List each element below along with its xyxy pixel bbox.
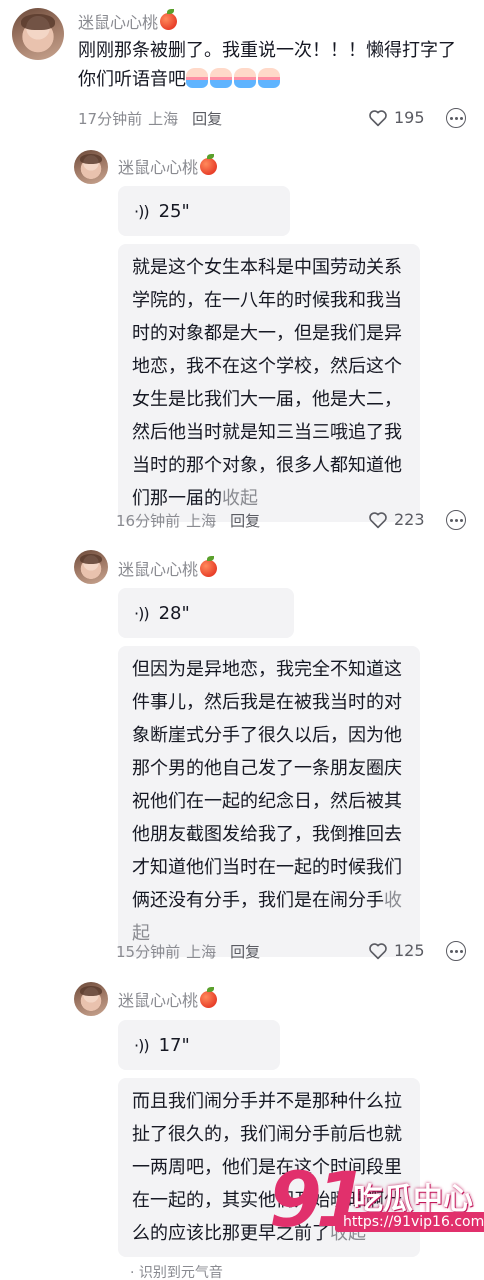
like-count: 195 <box>394 108 425 127</box>
reply-button[interactable]: 回复 <box>230 510 260 531</box>
reply-button[interactable]: 回复 <box>230 941 260 962</box>
crying-emoji-icon <box>186 68 208 88</box>
voice-message[interactable]: ·)) 25" <box>118 186 290 236</box>
timestamp: 17分钟前 <box>78 110 143 128</box>
location: 上海 <box>186 512 217 530</box>
avatar[interactable] <box>12 8 64 60</box>
heart-outline-icon <box>369 109 387 126</box>
peach-icon <box>200 154 218 175</box>
collapse-button[interactable]: 收起 <box>222 488 258 509</box>
voice-transcript: 但因为是异地恋，我完全不知道这件事儿，然后我是在被我当时的对象断崖式分手了很久以… <box>118 646 420 957</box>
collapse-button[interactable]: 收起 <box>330 1223 366 1244</box>
like-button[interactable]: 125 <box>368 941 425 960</box>
voice-recognition-note: · 识别到元气音 <box>130 1265 223 1280</box>
crying-emoji-icon <box>210 68 232 88</box>
peach-icon <box>200 987 218 1008</box>
voice-duration: 17" <box>158 1034 190 1056</box>
like-count: 223 <box>394 510 425 529</box>
voice-message[interactable]: ·)) 17" <box>118 1020 280 1070</box>
comment-text: 刚刚那条被删了。我重说一次！！！懒得打字了你们听语音吧 <box>78 40 456 90</box>
avatar[interactable] <box>74 982 108 1016</box>
timestamp: 15分钟前 <box>116 943 181 961</box>
voice-transcript: 就是这个女生本科是中国劳动关系学院的，在一八年的时候我和我当时的对象都是大一，但… <box>118 244 420 522</box>
comment-username[interactable]: 迷鼠心心桃 <box>78 9 178 33</box>
sound-wave-icon: ·)) <box>134 1035 150 1055</box>
like-button[interactable]: 223 <box>368 510 425 529</box>
avatar[interactable] <box>74 150 108 184</box>
reply-username[interactable]: 迷鼠心心桃 <box>118 154 218 178</box>
sound-wave-icon: ·)) <box>134 201 150 221</box>
crying-emoji-icon <box>258 68 280 88</box>
reply-meta: 15分钟前 上海 回复 <box>116 941 260 962</box>
voice-duration: 25" <box>158 200 190 222</box>
reply-username[interactable]: 迷鼠心心桃 <box>118 556 218 580</box>
comment-meta: 17分钟前 上海 回复 <box>78 108 222 129</box>
voice-duration: 28" <box>158 602 190 624</box>
location: 上海 <box>148 110 179 128</box>
peach-icon <box>160 9 178 30</box>
reply-button[interactable]: 回复 <box>192 108 222 129</box>
timestamp: 16分钟前 <box>116 512 181 530</box>
more-options-icon[interactable] <box>446 941 466 961</box>
sound-wave-icon: ·)) <box>134 603 150 623</box>
reply-username[interactable]: 迷鼠心心桃 <box>118 987 218 1011</box>
peach-icon <box>200 556 218 577</box>
avatar[interactable] <box>74 550 108 584</box>
like-count: 125 <box>394 941 425 960</box>
heart-outline-icon <box>369 942 387 959</box>
voice-transcript: 而且我们闹分手并不是那种什么拉扯了很久的，我们闹分手前后也就一两周吧，他们是在这… <box>118 1078 420 1257</box>
voice-message[interactable]: ·)) 28" <box>118 588 294 638</box>
crying-emoji-icon <box>234 68 256 88</box>
heart-outline-icon <box>369 511 387 528</box>
more-options-icon[interactable] <box>446 108 466 128</box>
more-options-icon[interactable] <box>446 510 466 530</box>
location: 上海 <box>186 943 217 961</box>
reply-meta: 16分钟前 上海 回复 <box>116 510 260 531</box>
like-button[interactable]: 195 <box>368 108 425 127</box>
